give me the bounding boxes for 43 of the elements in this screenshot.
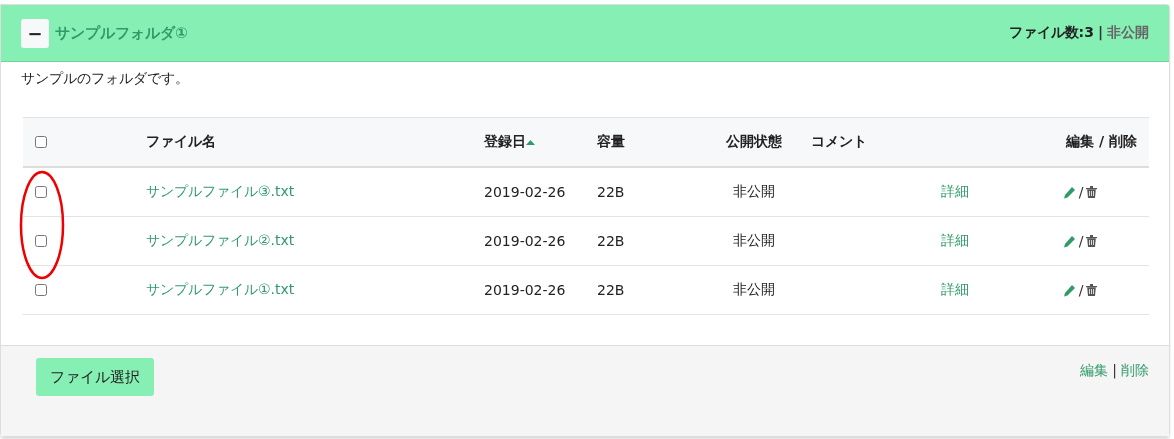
folder-description: サンプルのフォルダです。 (21, 70, 190, 88)
column-header[interactable]: 容量 (597, 133, 625, 151)
column-header[interactable]: 編集 / 削除 (1066, 133, 1137, 151)
table-cell-text: 22B (597, 184, 626, 200)
collapse-button[interactable]: − (21, 18, 49, 48)
sort-caret-icon (526, 139, 535, 145)
row-checkbox[interactable] (35, 235, 47, 247)
column-header[interactable]: 登録日 (484, 133, 526, 151)
file-name-link[interactable]: サンプルファイル②.txt (146, 232, 484, 250)
visibility-status: 非公開 (1107, 24, 1149, 42)
separator: / (1078, 233, 1084, 249)
file-select-button[interactable]: ファイル選択 (36, 358, 154, 396)
pencil-icon[interactable] (1062, 185, 1076, 199)
select-all-checkbox[interactable] (35, 136, 47, 148)
table-cell: 非公開 (733, 232, 775, 250)
detail-link[interactable]: 詳細 (941, 232, 1021, 250)
table-cell-text: 22B (597, 233, 626, 249)
table-cell: 非公開 (733, 281, 775, 299)
file-count: ファイル数:3 (1008, 24, 1094, 42)
separator: | (1097, 24, 1103, 42)
pencil-icon[interactable] (1062, 283, 1076, 297)
column-header[interactable]: 公開状態 (726, 133, 782, 151)
table-cell-text: 2019-02-26 (484, 184, 567, 200)
detail-link[interactable]: 詳細 (941, 281, 1021, 299)
table-cell: 非公開 (733, 183, 775, 201)
file-name-link[interactable]: サンプルファイル①.txt (146, 281, 484, 299)
trash-icon[interactable] (1086, 186, 1098, 198)
separator: | (1112, 362, 1117, 380)
table-cell-text: 22B (597, 282, 626, 298)
separator: / (1078, 184, 1084, 200)
column-header[interactable]: ファイル名 (146, 133, 216, 151)
table-cell-text: 2019-02-26 (484, 282, 567, 298)
pencil-icon[interactable] (1062, 234, 1076, 248)
table-cell-text: 2019-02-26 (484, 233, 567, 249)
detail-link[interactable]: 詳細 (941, 183, 1021, 201)
trash-icon[interactable] (1086, 235, 1098, 247)
row-checkbox[interactable] (35, 186, 47, 198)
trash-icon[interactable] (1086, 284, 1098, 296)
folder-title: サンプルフォルダ① (55, 23, 188, 43)
row-checkbox[interactable] (35, 284, 47, 296)
separator: / (1078, 282, 1084, 298)
column-header[interactable]: コメント (811, 133, 867, 151)
file-name-link[interactable]: サンプルファイル③.txt (146, 183, 484, 201)
